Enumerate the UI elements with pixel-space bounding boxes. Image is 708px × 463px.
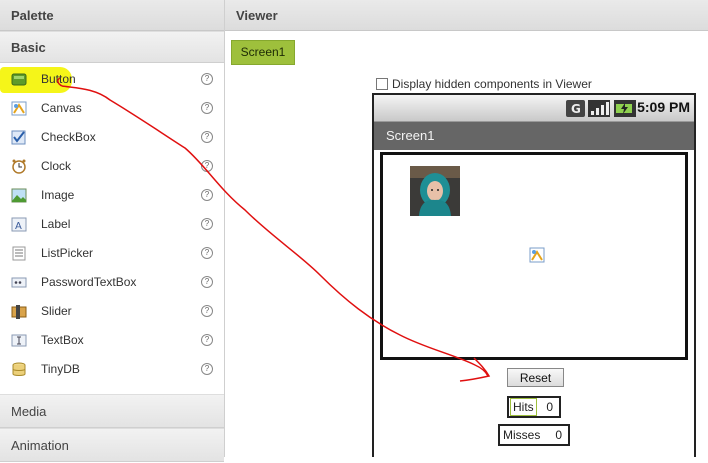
viewer-panel: Viewer Screen1 Display hidden components…: [225, 0, 708, 457]
help-icon[interactable]: ?: [201, 305, 213, 317]
palette-item-passwordtextbox[interactable]: PasswordTextBox ?: [0, 268, 224, 297]
checkbox-unchecked-icon[interactable]: [376, 78, 388, 90]
palette-item-clock[interactable]: Clock ?: [0, 152, 224, 181]
palette-item-label: TextBox: [41, 333, 84, 347]
checkbox-icon: [11, 130, 26, 145]
listpicker-icon: [12, 246, 26, 261]
svg-text:A: A: [15, 221, 22, 232]
palette-item-canvas[interactable]: Canvas ?: [0, 94, 224, 123]
palette-item-tinydb[interactable]: TinyDB ?: [0, 355, 224, 384]
status-bar: G 5:09 PM: [374, 95, 694, 122]
palette-panel: Palette Basic Button ? Canvas ? CheckBox…: [0, 0, 225, 462]
signal-strength-icon: [588, 100, 610, 117]
help-icon[interactable]: ?: [201, 334, 213, 346]
canvas-icon: [11, 101, 27, 116]
canvas-component[interactable]: [380, 152, 688, 360]
g-notification-icon: G: [566, 100, 585, 117]
misses-label: Misses: [503, 428, 541, 442]
help-icon[interactable]: ?: [201, 160, 213, 172]
palette-item-checkbox[interactable]: CheckBox ?: [0, 123, 224, 152]
button-icon: [11, 73, 27, 86]
display-hidden-label: Display hidden components in Viewer: [392, 77, 592, 91]
viewer-title: Viewer: [225, 0, 708, 31]
palette-item-label: Clock: [41, 159, 72, 173]
hits-counter[interactable]: Hits 0: [507, 396, 561, 418]
help-icon[interactable]: ?: [201, 73, 213, 85]
section-media[interactable]: Media: [0, 394, 224, 428]
misses-counter[interactable]: Misses 0: [498, 424, 570, 446]
password-icon: [11, 277, 27, 288]
screen-selector-button[interactable]: Screen1: [231, 40, 295, 65]
help-icon[interactable]: ?: [201, 189, 213, 201]
palette-item-label[interactable]: A Label ?: [0, 210, 224, 239]
palette-item-label: Canvas: [41, 101, 82, 115]
canvas-placeholder-icon: [529, 247, 545, 263]
palette-item-slider[interactable]: Slider ?: [0, 297, 224, 326]
image-sprite[interactable]: [410, 166, 460, 216]
reset-button[interactable]: Reset: [507, 368, 564, 387]
palette-item-label: CheckBox: [41, 130, 96, 144]
palette-item-image[interactable]: Image ?: [0, 181, 224, 210]
palette-item-listpicker[interactable]: ListPicker ?: [0, 239, 224, 268]
display-hidden-checkbox[interactable]: Display hidden components in Viewer: [376, 77, 592, 91]
palette-item-label: Label: [41, 217, 71, 231]
svg-text:G: G: [571, 102, 581, 116]
component-list: Button ? Canvas ? CheckBox ? Clock ? Ima…: [0, 63, 224, 384]
image-icon: [11, 188, 27, 203]
phone-preview: G 5:09 PM Screen1 Reset Hits 0 Misses 0: [372, 93, 696, 457]
palette-item-textbox[interactable]: TextBox ?: [0, 326, 224, 355]
textbox-icon: [11, 334, 27, 347]
misses-value: 0: [555, 428, 562, 442]
palette-item-label: Image: [41, 188, 75, 202]
help-icon[interactable]: ?: [201, 276, 213, 288]
palette-title: Palette: [0, 0, 224, 31]
help-icon[interactable]: ?: [201, 131, 213, 143]
palette-item-label: ListPicker: [41, 246, 94, 260]
label-icon: A: [11, 217, 27, 232]
palette-item-label: TinyDB: [41, 362, 80, 376]
palette-item-label: Button: [41, 72, 76, 86]
hits-label: Hits: [510, 398, 537, 416]
section-basic[interactable]: Basic: [0, 31, 224, 63]
palette-item-label: Slider: [41, 304, 72, 318]
palette-item-label: PasswordTextBox: [41, 275, 137, 289]
help-icon[interactable]: ?: [201, 102, 213, 114]
battery-charging-icon: [614, 100, 636, 117]
slider-icon: [11, 305, 27, 319]
palette-item-button[interactable]: Button ?: [0, 65, 224, 94]
status-time: 5:09 PM: [637, 99, 690, 115]
database-icon: [12, 362, 26, 376]
help-icon[interactable]: ?: [201, 218, 213, 230]
hits-value: 0: [546, 400, 553, 414]
help-icon[interactable]: ?: [201, 363, 213, 375]
screen-title-bar: Screen1: [374, 122, 694, 150]
help-icon[interactable]: ?: [201, 247, 213, 259]
clock-icon: [12, 159, 26, 174]
